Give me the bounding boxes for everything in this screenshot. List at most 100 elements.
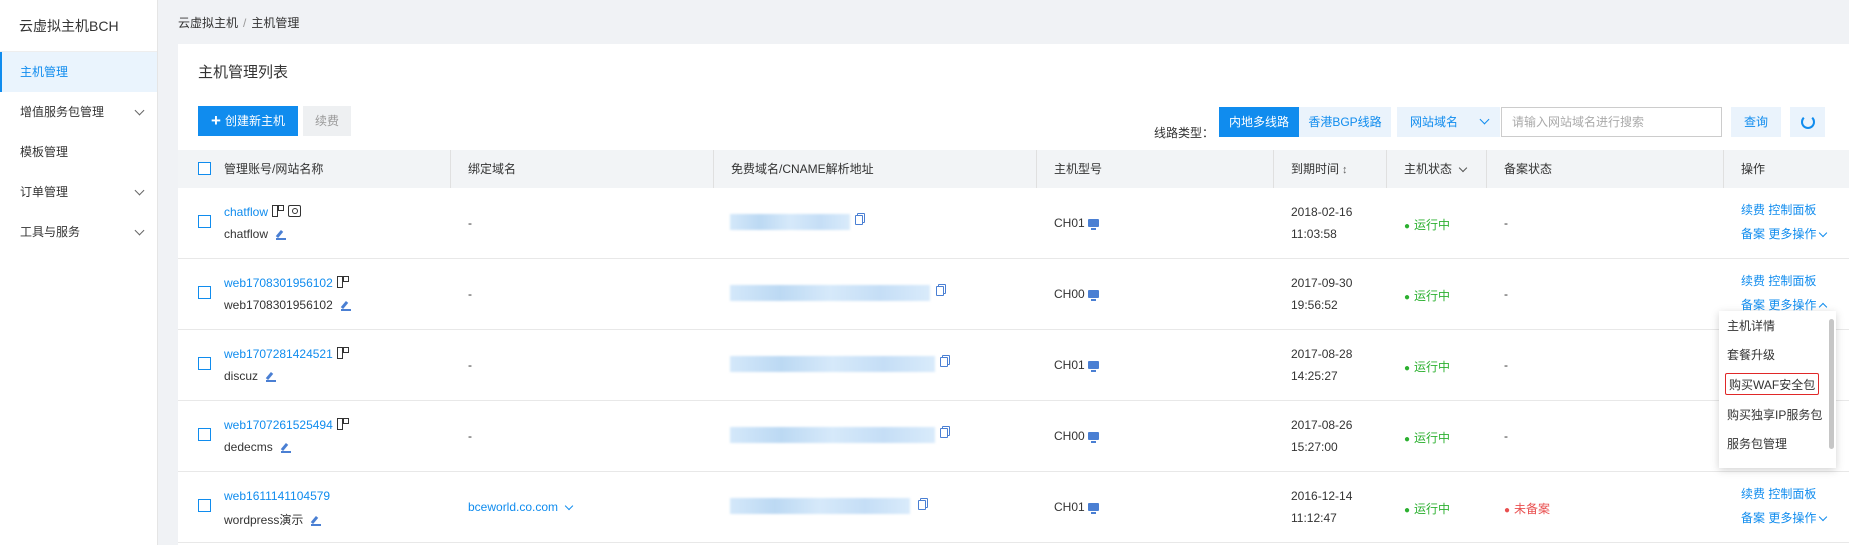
table-row: web1708301956102 web1708301956102 - CH00… [178,259,1849,330]
table-row: web1611141104579 wordpress演示 bceworld.co… [178,472,1849,543]
edit-icon[interactable] [266,372,277,382]
host-model: CH01 [1054,216,1085,230]
account-link[interactable]: chatflow [224,205,268,219]
row-checkbox[interactable] [198,286,211,299]
edit-icon[interactable] [340,301,351,311]
account-link[interactable]: web1707281424521 [224,347,333,361]
more-actions-link[interactable]: 更多操作 [1768,298,1828,312]
sidebar-item-templates[interactable]: 模板管理 [0,132,157,172]
control-panel-link[interactable]: 控制面板 [1768,487,1816,501]
account-link[interactable]: web1708301956102 [224,276,333,290]
domain-type-select[interactable]: 网站域名 [1397,107,1500,137]
column-divider [1723,150,1724,188]
icp-link[interactable]: 备案 [1741,227,1765,241]
host-model: CH01 [1054,500,1085,514]
line-type-label: 线路类型： [1154,126,1215,140]
sidebar-item-host-management[interactable]: 主机管理 [0,52,157,92]
more-actions-link[interactable]: 更多操作 [1768,511,1828,525]
cname-redacted [730,427,935,443]
sort-icon: ↕ [1342,164,1348,176]
bind-domain-link[interactable]: bceworld.co.com [468,500,558,514]
qrcode-icon[interactable] [336,418,349,430]
account-link[interactable]: web1707261525494 [224,418,333,432]
copy-icon[interactable] [940,428,948,438]
sidebar-item-tools[interactable]: 工具与服务 [0,212,157,252]
copy-icon[interactable] [940,357,948,367]
menu-item-buy-dedicated-ip[interactable]: 购买独享IP服务包 [1727,404,1822,426]
create-host-button[interactable]: + 创建新主机 [198,106,298,136]
menu-scrollbar[interactable] [1829,319,1834,449]
chevron-down-icon[interactable] [564,501,574,511]
qrcode-icon[interactable] [336,276,349,288]
control-panel-link[interactable]: 控制面板 [1768,203,1816,217]
line-option-hk-bgp[interactable]: 香港BGP线路 [1299,107,1391,137]
sidebar-item-label: 主机管理 [20,65,69,79]
renew-button[interactable]: 续费 [303,106,351,136]
breadcrumb-root[interactable]: 云虚拟主机 [178,16,238,30]
menu-item-plan-upgrade[interactable]: 套餐升级 [1727,344,1775,366]
copy-icon[interactable] [855,215,863,225]
select-all-checkbox[interactable] [198,162,211,175]
row-checkbox[interactable] [198,499,211,512]
menu-item-buy-waf[interactable]: 购买WAF安全包 [1725,373,1820,395]
cname-redacted [730,498,910,514]
row-checkbox[interactable] [198,357,211,370]
edit-icon[interactable] [276,230,287,240]
expire-time: 14:25:27 [1291,369,1338,383]
account-link[interactable]: web1611141104579 [224,489,330,503]
monitor-icon [1087,432,1099,443]
header-account: 管理账号/网站名称 [224,162,324,176]
site-name: discuz [224,369,259,383]
header-status[interactable]: 主机状态 [1404,150,1468,188]
header-status-label: 主机状态 [1404,162,1453,176]
search-input[interactable] [1501,107,1722,137]
bind-domain: - [468,216,472,230]
more-actions-label: 更多操作 [1768,298,1817,312]
sidebar-item-label: 订单管理 [20,185,69,199]
breadcrumb: 云虚拟主机 / 主机管理 [178,14,299,31]
copy-icon[interactable] [936,286,944,296]
header-model: 主机型号 [1054,162,1103,176]
sidebar-item-value-added-packages[interactable]: 增值服务包管理 [0,92,157,132]
header-expire[interactable]: 到期时间 ↕ [1291,150,1348,188]
renew-link[interactable]: 续费 [1741,274,1765,288]
renew-link[interactable]: 续费 [1741,487,1765,501]
menu-item-host-detail[interactable]: 主机详情 [1727,315,1775,337]
line-option-mainland[interactable]: 内地多线路 [1219,107,1299,137]
header-cname: 免费域名/CNAME解析地址 [731,162,874,176]
refresh-button[interactable] [1790,107,1825,137]
search-button[interactable]: 查询 [1731,107,1781,137]
expire-date: 2017-09-30 [1291,276,1353,290]
edit-icon[interactable] [311,516,322,526]
edit-icon[interactable] [280,443,291,453]
page-title: 主机管理列表 [198,64,289,81]
chevron-down-icon [1819,512,1828,522]
icp-status: - [1504,429,1508,443]
control-panel-link[interactable]: 控制面板 [1768,274,1816,288]
copy-icon[interactable] [918,500,926,510]
cname-redacted [730,285,930,301]
status-badge: 运行中 [1404,216,1450,233]
monitor-icon [1087,219,1099,230]
site-name: web1708301956102 [224,298,333,312]
table-row: chatflow chatflow - CH01 2018-02-16 11:0… [178,188,1849,259]
icp-link[interactable]: 备案 [1741,511,1765,525]
more-actions-link[interactable]: 更多操作 [1768,227,1828,241]
chevron-down-icon [1458,163,1468,173]
expire-time: 11:03:58 [1291,227,1337,241]
qrcode-icon[interactable] [272,205,285,217]
icp-status: - [1504,287,1508,301]
renew-link[interactable]: 续费 [1741,203,1765,217]
qrcode-icon[interactable] [336,347,349,359]
icp-link[interactable]: 备案 [1741,298,1765,312]
sidebar-item-orders[interactable]: 订单管理 [0,172,157,212]
column-divider [1386,150,1387,188]
row-checkbox[interactable] [198,215,211,228]
mobile-icon[interactable] [288,205,302,217]
menu-item-package-management[interactable]: 服务包管理 [1727,433,1787,455]
row-checkbox[interactable] [198,428,211,441]
expire-time: 11:12:47 [1291,511,1337,525]
more-actions-menu: 主机详情 套餐升级 购买WAF安全包 购买独享IP服务包 服务包管理 [1719,311,1836,468]
more-actions-label: 更多操作 [1768,511,1817,525]
icp-status-badge: 未备案 [1504,500,1550,517]
